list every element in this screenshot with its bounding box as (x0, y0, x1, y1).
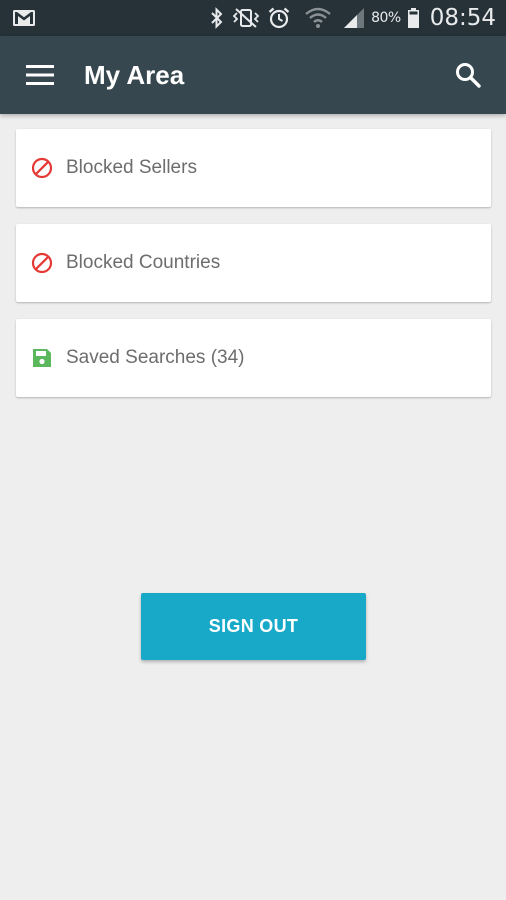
wifi-icon (305, 6, 331, 30)
page-title: My Area (84, 59, 185, 90)
app-bar: My Area (0, 36, 506, 114)
battery-icon (407, 6, 420, 30)
status-bar: 80% 08:54 (0, 0, 506, 36)
blocked-sellers-label: Blocked Sellers (66, 157, 197, 178)
clock: 08:54 (429, 5, 496, 31)
gmail-icon (12, 6, 36, 30)
my-area-list: Blocked Sellers Blocked Countries Saved … (16, 129, 491, 414)
sign-out-button[interactable]: SIGN OUT (141, 593, 366, 660)
block-icon (31, 157, 53, 179)
blocked-countries-item[interactable]: Blocked Countries (16, 224, 491, 302)
hamburger-menu-icon (26, 64, 54, 86)
signal-icon (343, 6, 365, 30)
battery-percent: 80% (371, 10, 401, 26)
blocked-countries-label: Blocked Countries (66, 252, 221, 273)
search-icon (455, 62, 481, 88)
bluetooth-icon (209, 6, 225, 30)
saved-searches-item[interactable]: Saved Searches (34) (16, 319, 491, 397)
alarm-icon (267, 6, 291, 30)
block-icon (31, 252, 53, 274)
search-button[interactable] (448, 55, 488, 95)
save-icon (31, 347, 53, 369)
menu-button[interactable] (24, 59, 56, 91)
saved-searches-label: Saved Searches (34) (66, 347, 245, 368)
vibrate-icon (231, 6, 261, 30)
blocked-sellers-item[interactable]: Blocked Sellers (16, 129, 491, 207)
